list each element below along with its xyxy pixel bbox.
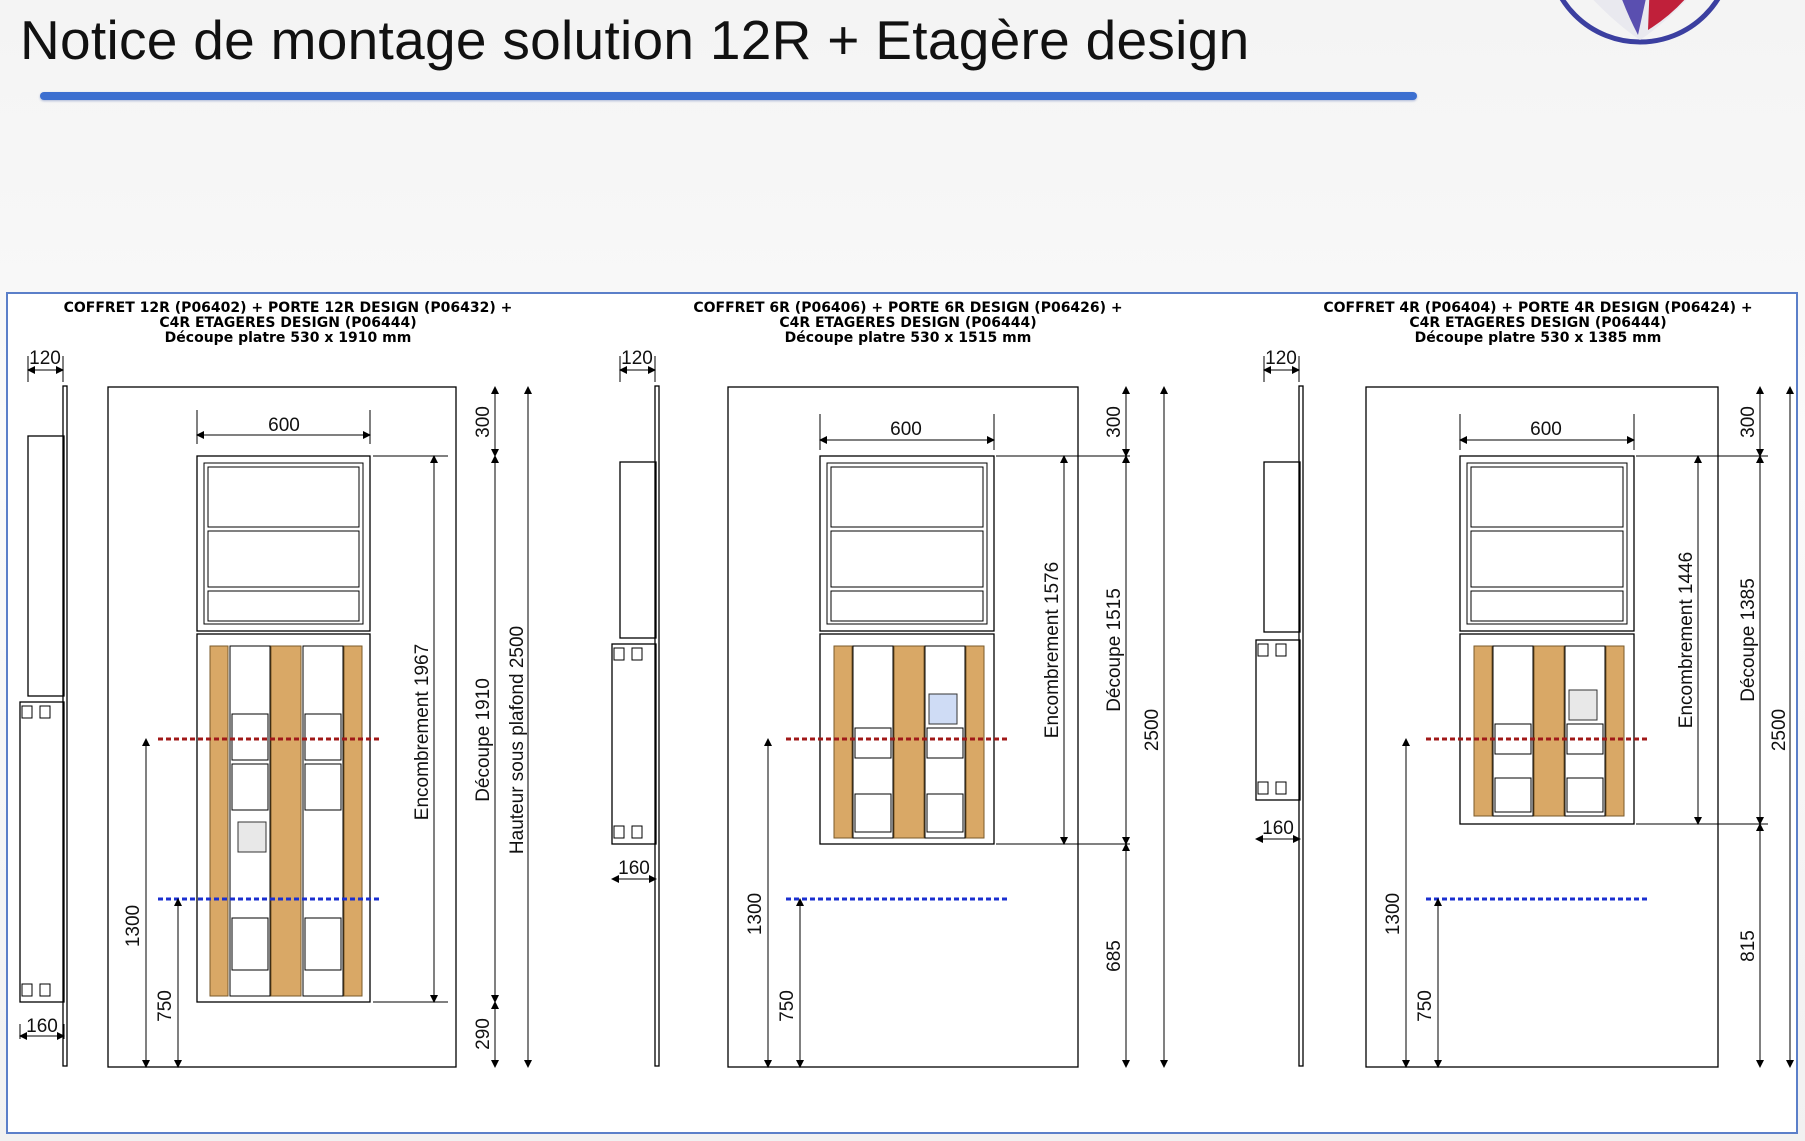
side-view: 120 160 [611, 348, 660, 1067]
page-title: Notice de montage solution 12R + Etagère… [20, 9, 1250, 71]
caption-line-3: Découpe platre 530 x 1385 mm [1415, 330, 1662, 346]
dim-encombrement: Encombrement 1446 [1676, 552, 1697, 728]
dim-width: 600 [890, 419, 922, 440]
dim-side-depth: 120 [621, 348, 653, 369]
dim-encombrement: Encombrement 1576 [1042, 562, 1063, 738]
dim-height-red: 1300 [1383, 893, 1404, 935]
caption-line-1: COFFRET 4R (P06404) + PORTE 4R DESIGN (P… [1323, 300, 1752, 316]
dim-height-red: 1300 [745, 893, 766, 935]
dim-top-gap: 300 [473, 406, 494, 438]
cabinet-front: 600 [196, 410, 371, 1003]
title-underline [40, 92, 1417, 100]
caption-line-2: C4R ETAGERES DESIGN (P06444) [159, 315, 416, 331]
dim-height-blue: 750 [777, 990, 798, 1022]
dim-height-blue: 750 [155, 990, 176, 1022]
dim-top-gap: 300 [1104, 406, 1125, 438]
dim-side-depth: 120 [29, 348, 61, 369]
dim-decoupe: Découpe 1385 [1738, 578, 1759, 702]
caption-line-2: C4R ETAGERES DESIGN (P06444) [779, 315, 1036, 331]
dim-total: Hauteur sous plafond 2500 [507, 626, 528, 854]
technical-drawing: COFFRET 12R (P06402) + PORTE 12R DESIGN … [19, 300, 1794, 1068]
side-view: 120 160 [19, 348, 68, 1067]
caption-line-3: Découpe platre 530 x 1515 mm [785, 330, 1032, 346]
dim-top-gap: 300 [1738, 406, 1759, 438]
dim-side-bottom: 160 [1262, 818, 1294, 839]
dim-bottom-gap: 290 [473, 1018, 494, 1050]
dim-total: 2500 [1769, 709, 1790, 751]
dim-decoupe: Découpe 1515 [1104, 588, 1125, 712]
drawing-4r: COFFRET 4R (P06404) + PORTE 4R DESIGN (P… [1255, 300, 1794, 1068]
dim-bottom-gap: 685 [1104, 940, 1125, 972]
dim-width: 600 [1530, 419, 1562, 440]
caption-line-3: Découpe platre 530 x 1910 mm [165, 330, 412, 346]
brand-logo [1559, 0, 1721, 45]
dim-bottom-gap: 815 [1738, 930, 1759, 962]
side-view: 120 160 [1255, 348, 1304, 1067]
dim-height-red: 1300 [123, 905, 144, 947]
drawing-6r: COFFRET 6R (P06406) + PORTE 6R DESIGN (P… [611, 300, 1168, 1068]
caption-line-1: COFFRET 6R (P06406) + PORTE 6R DESIGN (P… [693, 300, 1122, 316]
dim-width: 600 [268, 415, 300, 436]
cabinet-front: 600 [1459, 414, 1635, 825]
dim-height-blue: 750 [1415, 990, 1436, 1022]
caption-line-2: C4R ETAGERES DESIGN (P06444) [1409, 315, 1666, 331]
dim-decoupe: Découpe 1910 [473, 678, 494, 802]
drawing-12r: COFFRET 12R (P06402) + PORTE 12R DESIGN … [19, 300, 532, 1068]
dim-side-bottom: 160 [26, 1016, 58, 1037]
cabinet-front: 600 [819, 414, 995, 845]
dim-side-bottom: 160 [618, 858, 650, 879]
drawing-panel: COFFRET 12R (P06402) + PORTE 12R DESIGN … [6, 292, 1798, 1134]
dim-side-depth: 120 [1265, 348, 1297, 369]
dim-total: 2500 [1142, 709, 1163, 751]
caption-line-1: COFFRET 12R (P06402) + PORTE 12R DESIGN … [64, 300, 513, 316]
dim-encombrement: Encombrement 1967 [412, 644, 433, 820]
